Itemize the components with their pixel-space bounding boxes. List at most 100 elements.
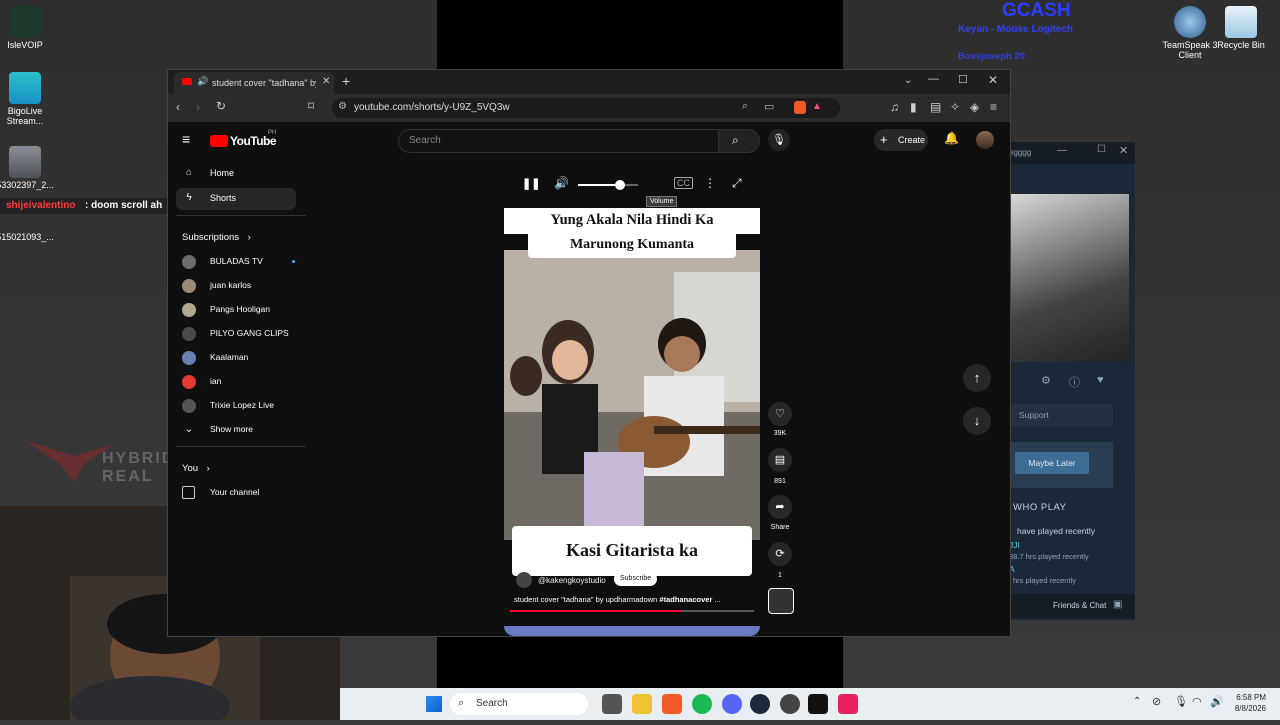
pause-icon[interactable]: ❚❚ (522, 177, 540, 190)
tab-close-icon[interactable]: ✕ (322, 76, 330, 87)
tiktok-live-icon[interactable] (838, 694, 858, 714)
steam-support-button[interactable]: Support (1009, 404, 1113, 426)
vpn-icon[interactable]: ◈ (970, 100, 979, 114)
subscribe-button[interactable]: Subscribe (614, 572, 658, 586)
steam-maximize-icon[interactable]: ☐ (1097, 144, 1106, 155)
network-icon[interactable]: ⊘ (1152, 695, 1161, 708)
volume-icon[interactable]: 🔊 (554, 176, 569, 190)
search-button[interactable]: ⌕ (718, 129, 760, 153)
previous-short-button[interactable]: ↑ (963, 364, 991, 392)
channel-handle[interactable]: @kakengkoystudio (538, 576, 606, 585)
sidebar-item-subscription[interactable]: ian (176, 371, 306, 393)
wifi-icon[interactable]: ◠ (1192, 695, 1202, 708)
discord-icon[interactable] (722, 694, 742, 714)
brave-shields-icon[interactable] (794, 101, 806, 114)
brave-browser-icon[interactable] (662, 694, 682, 714)
search-input[interactable]: Search (398, 129, 720, 153)
steam-wishlist-icon[interactable]: ♥ (1097, 374, 1104, 386)
show-more-button[interactable]: ⌄ Show more (176, 419, 306, 441)
sidebar-item-shorts[interactable]: ϟ Shorts (176, 188, 296, 210)
like-button[interactable]: ♡ (768, 402, 792, 426)
tab-list-icon[interactable]: ⌄ (904, 75, 912, 86)
address-bar[interactable]: ⚙ youtube.com/shorts/y-U9Z_5VQ3w ⌕ ▭ ▲ (332, 98, 840, 118)
leo-ai-icon[interactable]: ✧ (950, 100, 960, 114)
remix-button[interactable]: ⟳ (768, 542, 792, 566)
minimize-icon[interactable]: — (928, 73, 939, 85)
share-button[interactable]: ➦ (768, 495, 792, 519)
sidebar-item-subscription[interactable]: PILYO GANG CLIPS (176, 323, 306, 345)
sidebar-item-subscription[interactable]: Trixie Lopez Live (176, 395, 306, 417)
next-short-preview[interactable] (504, 626, 760, 636)
avatar[interactable] (976, 131, 994, 149)
steam-minimize-icon[interactable]: — (1057, 145, 1067, 156)
site-info-icon[interactable]: ⚙ (338, 101, 347, 112)
steam-icon[interactable] (750, 694, 770, 714)
sidebar-item-subscription[interactable]: BULADAS TV (176, 251, 306, 273)
fullscreen-icon[interactable]: ⤢ (732, 176, 742, 191)
desktop-icon-islevoip[interactable]: IsleVOIP (0, 6, 55, 50)
steam-friends-bar[interactable]: Friends & Chat ▣ (1009, 594, 1135, 618)
desktop-icon-image-2[interactable]: 515021093_... (0, 214, 55, 242)
taskbar-search[interactable]: ⌕ Search (450, 693, 588, 715)
desktop-icon-bigolive[interactable]: BigoLive Stream... (0, 72, 55, 126)
subscriptions-header[interactable]: Subscriptions › (182, 232, 251, 243)
channel-avatar[interactable] (516, 572, 532, 588)
brave-rewards-icon[interactable]: ▲ (812, 101, 822, 112)
steam-maybe-later-button[interactable]: Maybe Later (1015, 452, 1089, 474)
zoom-icon[interactable]: ⌕ (742, 100, 748, 113)
bookmark-icon[interactable]: ⌑ (308, 99, 314, 113)
hamburger-menu-icon[interactable]: ≡ (182, 131, 190, 147)
back-icon[interactable]: ‹ (176, 100, 180, 114)
sidebar-item-your-channel[interactable]: Your channel (176, 482, 306, 504)
sidebar-item-home[interactable]: ⌂ Home (176, 163, 296, 185)
desktop-icon-recycle-bin[interactable]: Recycle Bin (1211, 6, 1271, 50)
sidebar-item-subscription[interactable]: Kaalaman (176, 347, 306, 369)
sidebar-toggle-icon[interactable]: ▮ (910, 100, 917, 114)
desktop-icon-image-1[interactable]: 53302397_2... (0, 146, 55, 190)
volume-icon[interactable]: 🔊 (1210, 695, 1224, 708)
start-button-icon[interactable] (426, 696, 442, 712)
next-short-button[interactable]: ↓ (963, 407, 991, 435)
voice-search-button[interactable]: 🎙 (768, 129, 790, 151)
file-explorer-icon[interactable] (632, 694, 652, 714)
sidebar-item-subscription[interactable]: juan karlos (176, 275, 306, 297)
sound-thumbnail[interactable] (768, 588, 794, 614)
wallet-icon[interactable]: ▤ (930, 100, 941, 114)
volume-slider-knob[interactable] (615, 180, 625, 190)
video-description[interactable]: student cover "tadhana" by updharmadown … (514, 595, 750, 604)
close-icon[interactable]: ✕ (988, 73, 998, 87)
more-options-icon[interactable]: ⋮ (704, 176, 716, 190)
volume-slider-fill (578, 184, 620, 186)
terminal-icon[interactable] (808, 694, 828, 714)
captions-icon[interactable]: CC (674, 177, 693, 189)
taskbar-clock[interactable]: 6:58 PM 8/8/2026 (1226, 692, 1266, 714)
audio-playing-icon[interactable]: 🔊 (197, 76, 208, 87)
steam-info-icon[interactable]: ⓘ (1069, 374, 1080, 390)
hashtag-link[interactable]: #tadhanacover (659, 595, 712, 604)
task-view-icon[interactable] (602, 694, 622, 714)
playback-progress-bar[interactable] (510, 610, 754, 612)
browser-tab[interactable]: 🔊 student cover "tadhana" by u ✕ (174, 72, 334, 94)
spotify-icon[interactable] (692, 694, 712, 714)
reload-icon[interactable]: ↻ (216, 99, 226, 113)
notifications-bell-icon[interactable]: 🔔 (944, 131, 959, 145)
microphone-icon[interactable]: 🎙 (1174, 695, 1188, 708)
create-button[interactable]: + Create (874, 129, 928, 151)
menu-icon[interactable]: ≡ (990, 100, 997, 114)
sidebar-item-subscription[interactable]: Pangs Hooligan (176, 299, 306, 321)
forward-icon[interactable]: › (196, 100, 200, 114)
steam-close-icon[interactable]: ✕ (1119, 144, 1128, 157)
comments-button[interactable]: ▤ (768, 448, 792, 472)
you-header[interactable]: You › (182, 463, 210, 474)
maximize-icon[interactable]: ☐ (958, 73, 968, 86)
volume-slider[interactable] (578, 180, 638, 190)
sidebar-divider (176, 215, 306, 216)
media-controls-icon[interactable]: ♫ (890, 100, 899, 114)
tray-overflow-icon[interactable]: ⌃ (1133, 696, 1141, 707)
shorts-player[interactable]: ❚❚ 🔊 Volume CC ⋮ ⤢ Yung Akala Nila Hindi… (504, 162, 760, 636)
obs-icon[interactable] (780, 694, 800, 714)
steam-settings-icon[interactable]: ⚙ (1041, 374, 1051, 387)
caption-text: Marunong Kumanta (569, 237, 695, 252)
new-tab-icon[interactable]: + (342, 73, 350, 89)
cast-icon[interactable]: ▭ (764, 100, 774, 113)
